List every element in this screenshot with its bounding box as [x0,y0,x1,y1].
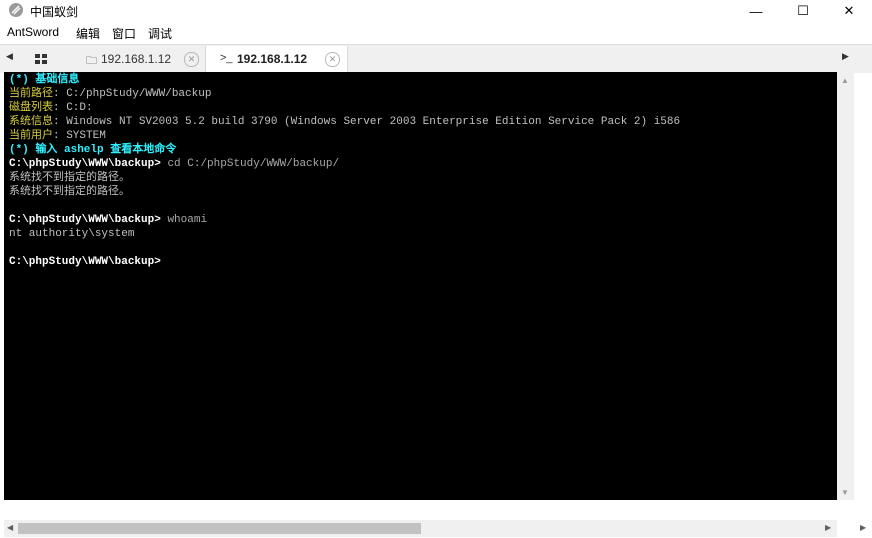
scroll-up-icon[interactable]: ▲ [841,76,849,85]
terminal-line: 系统找不到指定的路径。 [9,171,837,185]
terminal-line: (*) 基础信息 [9,73,837,87]
scroll-right-icon[interactable]: ▶ [860,523,866,532]
terminal-text: 当前用户 [9,130,53,142]
vertical-scrollbar[interactable]: ▲ ▼ [837,72,854,500]
terminal-text: nt authority\system [9,228,135,240]
terminal-text: 当前路径 [9,88,53,100]
terminal-line: 当前路径: C:/phpStudy/WWW/backup [9,87,837,101]
terminal-line: (*) 输入 ashelp 查看本地命令 [9,143,837,157]
terminal-line: 系统找不到指定的路径。 [9,185,837,199]
maximize-button[interactable]: ☐ [780,0,826,22]
terminal-line: 系统信息: Windows NT SV2003 5.2 build 3790 (… [9,115,837,129]
minimize-button[interactable]: — [733,0,779,22]
scroll-right-icon[interactable]: ▶ [825,523,831,532]
terminal-text: 系统找不到指定的路径。 [9,186,130,198]
folder-icon: 🗀 [86,55,97,67]
terminal-text: 系统找不到指定的路径。 [9,172,130,184]
tab-file-manager[interactable]: 🗀 192.168.1.12 ✕ [64,46,206,72]
terminal-text: 系统信息 [9,116,53,128]
terminal-line: nt authority\system [9,227,837,241]
close-button[interactable]: ✕ [826,0,872,22]
terminal-text: C:\phpStudy\WWW\backup> [9,256,161,268]
scroll-down-icon[interactable]: ▼ [841,488,849,497]
terminal-line: 当前用户: SYSTEM [9,129,837,143]
terminal-text: : C:D: [53,102,93,114]
menu-bar: AntSword 编辑 窗口 调试 [0,22,872,44]
terminal-text: whoami [167,214,208,226]
terminal-line: 磁盘列表: C:D: [9,101,837,115]
tab-bar: 🗀 192.168.1.12 ✕ >_ 192.168.1.12 ✕ ◀ ▶ [0,44,872,73]
terminal[interactable]: (*) 基础信息 当前路径: C:/phpStudy/WWW/backup 磁盘列表… [4,72,837,500]
tab-label: 192.168.1.12 [237,52,308,66]
terminal-text: (*) 基础信息 [9,74,80,86]
menu-edit[interactable]: 编辑 [76,25,100,42]
terminal-text: cd C:/phpStudy/WWW/backup/ [167,158,340,170]
menu-window[interactable]: 窗口 [112,25,136,42]
terminal-line: C:\phpStudy\WWW\backup> [9,255,837,269]
menu-antsword[interactable]: AntSword [7,25,59,39]
terminal-text: : Windows NT SV2003 5.2 build 3790 (Wind… [53,116,681,128]
antsword-logo-icon [9,3,23,17]
terminal-text: (*) 输入 ashelp 查看本地命令 [9,144,177,156]
window-title: 中国蚁剑 [30,5,79,19]
terminal-output: (*) 基础信息 当前路径: C:/phpStudy/WWW/backup 磁盘列表… [4,72,837,269]
horizontal-scrollbar[interactable]: ◀ ▶ [4,520,837,537]
title-bar: 中国蚁剑 — ☐ ✕ [0,0,872,22]
grid-icon [35,54,47,64]
scroll-left-icon[interactable]: ◀ [7,523,13,532]
tab-scroll-right-icon[interactable]: ▶ [842,51,849,62]
terminal-text: C:\phpStudy\WWW\backup> [9,214,168,226]
terminal-line: C:\phpStudy\WWW\backup> whoami [9,213,837,227]
tab-terminal[interactable]: >_ 192.168.1.12 ✕ [206,46,348,72]
terminal-line: C:\phpStudy\WWW\backup> cd C:/phpStudy/W… [9,157,837,171]
scrollbar-thumb[interactable] [18,523,421,534]
terminal-text: : SYSTEM [53,130,106,142]
menu-debug[interactable]: 调试 [148,25,172,42]
tab-close-icon[interactable]: ✕ [184,52,199,67]
tab-home[interactable] [19,46,65,72]
tab-scroll-left-icon[interactable]: ◀ [6,51,13,62]
terminal-text: 磁盘列表 [9,102,53,114]
tab-close-icon[interactable]: ✕ [325,52,340,67]
terminal-text: : C:/phpStudy/WWW/backup [53,88,212,100]
terminal-icon: >_ [220,52,233,64]
tab-label: 192.168.1.12 [101,52,172,66]
terminal-text: C:\phpStudy\WWW\backup> [9,158,168,170]
